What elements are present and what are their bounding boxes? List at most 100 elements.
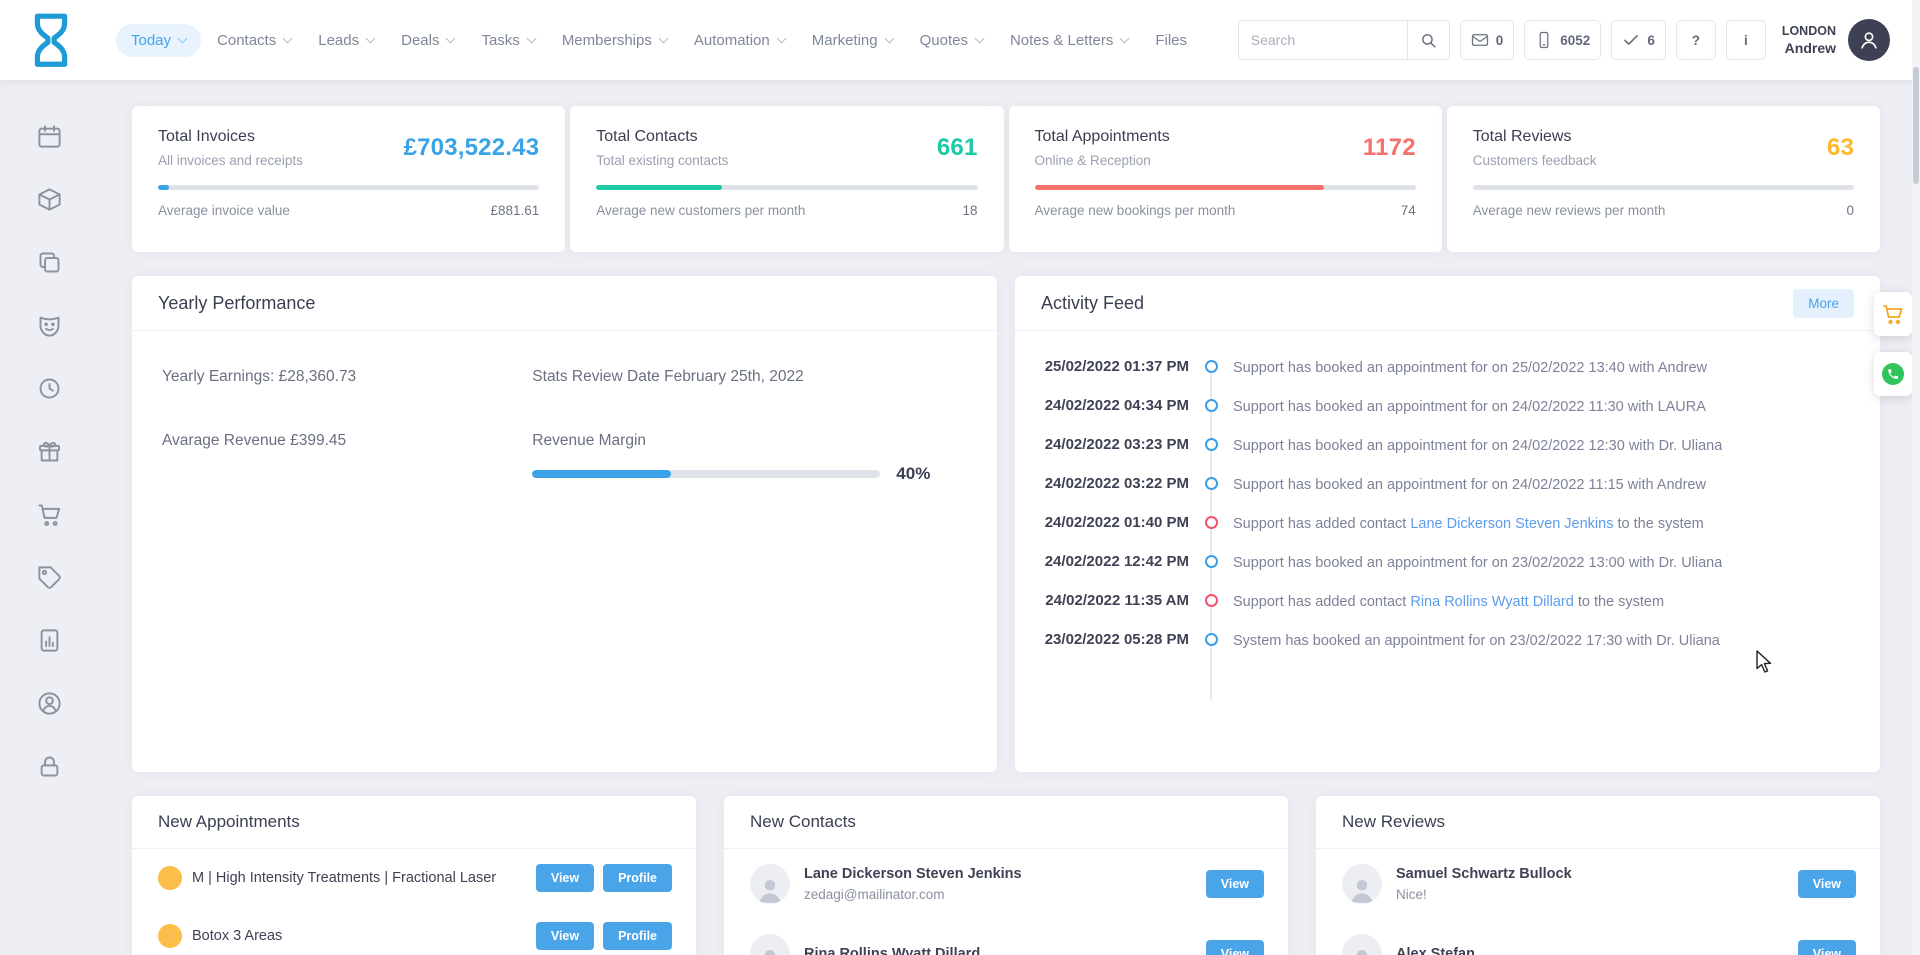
history-icon: [36, 375, 63, 407]
app-logo[interactable]: [28, 12, 74, 68]
timeline-dot: [1205, 360, 1218, 373]
stat-value: 1172: [1363, 134, 1416, 162]
timeline-dot: [1205, 555, 1218, 568]
panel-new-appointments: New AppointmentsM | High Intensity Treat…: [132, 796, 696, 955]
envelope-icon: [1471, 31, 1489, 49]
info-icon: i: [1744, 33, 1748, 48]
nav-item-automation[interactable]: Automation: [683, 24, 796, 57]
tasks-button[interactable]: 6: [1611, 20, 1666, 60]
view-button[interactable]: View: [1206, 940, 1264, 955]
stat-subtitle: Online & Reception: [1035, 153, 1170, 168]
average-revenue: Avarage Revenue £399.45: [162, 431, 532, 451]
stat-footer-value: 0: [1846, 203, 1854, 218]
stat-value: £703,522.43: [404, 134, 540, 162]
nav-item-memberships[interactable]: Memberships: [551, 24, 678, 57]
nav-item-label: Leads: [318, 32, 359, 49]
sidebar-account-icon[interactable]: [34, 691, 64, 721]
sidebar-mask-icon[interactable]: [34, 313, 64, 343]
view-button[interactable]: View: [536, 864, 594, 892]
list-item-title: Alex Stefan: [1396, 946, 1475, 955]
sidebar-copy-icon[interactable]: [34, 250, 64, 280]
nav-item-today[interactable]: Today: [116, 24, 201, 57]
help-button[interactable]: ?: [1676, 20, 1716, 60]
nav-item-leads[interactable]: Leads: [307, 24, 385, 57]
copy-icon: [36, 249, 63, 281]
sidebar-history-icon[interactable]: [34, 376, 64, 406]
sidebar-package-icon[interactable]: [34, 187, 64, 217]
stat-title: Total Invoices: [158, 128, 303, 146]
profile-button[interactable]: Profile: [603, 864, 672, 892]
mail-badge: 0: [1496, 33, 1504, 48]
avatar: [1342, 934, 1382, 955]
stats-review-date: Stats Review Date February 25th, 2022: [532, 367, 967, 387]
stat-title: Total Reviews: [1473, 128, 1597, 146]
list-item-title: Botox 3 Areas: [192, 928, 282, 944]
cart-float-button[interactable]: [1874, 292, 1912, 336]
activity-text: Support has booked an appointment for on…: [1233, 396, 1706, 417]
sidebar-calendar-icon[interactable]: [34, 124, 64, 154]
avatar: [1342, 864, 1382, 904]
call-float-button[interactable]: [1874, 352, 1912, 396]
activity-time: 23/02/2022 05:28 PM: [1039, 630, 1189, 650]
nav-item-quotes[interactable]: Quotes: [909, 24, 994, 57]
timeline-dot: [1205, 633, 1218, 646]
scrollbar-track[interactable]: [1912, 0, 1920, 955]
timeline-dot: [1205, 399, 1218, 412]
info-button[interactable]: i: [1726, 20, 1766, 60]
profile-button[interactable]: Profile: [603, 922, 672, 950]
tag-icon: [36, 564, 63, 596]
activity-text: System has booked an appointment for on …: [1233, 630, 1720, 651]
panel-title: New Reviews: [1342, 812, 1445, 832]
list-item: Samuel Schwartz BullockNice!View: [1316, 849, 1880, 919]
nav-item-files[interactable]: Files: [1144, 24, 1198, 57]
activity-text: Support has booked an appointment for on…: [1233, 357, 1707, 378]
mail-button[interactable]: 0: [1460, 20, 1515, 60]
top-navbar: TodayContacts Leads DealsTasksMembershipsA…: [0, 0, 1920, 80]
bottom-row: New AppointmentsM | High Intensity Treat…: [132, 796, 1880, 955]
scrollbar-thumb[interactable]: [1913, 67, 1919, 184]
more-button[interactable]: More: [1793, 289, 1854, 318]
tasks-badge: 6: [1647, 33, 1655, 48]
nav-item-deals[interactable]: Deals: [390, 24, 465, 57]
stat-footer-value: 74: [1401, 203, 1416, 218]
activity-text: Support has booked an appointment for on…: [1233, 435, 1722, 456]
search-button[interactable]: [1407, 21, 1449, 59]
sidebar-gift-icon[interactable]: [34, 439, 64, 469]
sidebar-report-icon[interactable]: [34, 628, 64, 658]
search-input[interactable]: [1239, 21, 1407, 59]
activity-item: 24/02/2022 12:42 PMSupport has booked an…: [1039, 552, 1854, 573]
cart-icon: [1881, 302, 1905, 326]
nav-item-notes-letters[interactable]: Notes & Letters: [999, 24, 1139, 57]
contact-link[interactable]: Lane Dickerson Steven Jenkins: [1410, 516, 1613, 532]
revenue-margin-bar: [532, 470, 880, 478]
list-item-title: Rina Rollins Wyatt Dillard: [804, 946, 980, 955]
timeline-dot: [1205, 477, 1218, 490]
nav-item-tasks[interactable]: Tasks: [470, 24, 545, 57]
nav-item-contacts[interactable]: Contacts: [206, 24, 302, 57]
chevron-down-icon: [526, 33, 536, 43]
main-content: Total InvoicesAll invoices and receipts£…: [98, 80, 1920, 955]
activity-time: 24/02/2022 12:42 PM: [1039, 552, 1189, 572]
yearly-performance-body: Yearly Earnings: £28,360.73 Stats Review…: [132, 331, 997, 520]
stat-title: Total Appointments: [1035, 128, 1170, 146]
nav-item-marketing[interactable]: Marketing: [801, 24, 904, 57]
sidebar-cart-icon[interactable]: [34, 502, 64, 532]
sidebar-tag-icon[interactable]: [34, 565, 64, 595]
view-button[interactable]: View: [536, 922, 594, 950]
package-icon: [36, 186, 63, 218]
yearly-performance-title: Yearly Performance: [158, 293, 315, 314]
view-button[interactable]: View: [1798, 940, 1856, 955]
stat-progress-fill: [1035, 185, 1325, 190]
contact-link[interactable]: Rina Rollins Wyatt Dillard: [1410, 594, 1573, 610]
user-avatar[interactable]: [1848, 19, 1890, 61]
nav-item-label: Files: [1155, 32, 1187, 49]
activity-time: 25/02/2022 01:37 PM: [1039, 357, 1189, 377]
view-button[interactable]: View: [1798, 870, 1856, 898]
view-button[interactable]: View: [1206, 870, 1264, 898]
activity-text: Support has added contact Lane Dickerson…: [1233, 513, 1704, 534]
phone-button[interactable]: 6052: [1524, 20, 1601, 60]
sidebar-lock-icon[interactable]: [34, 754, 64, 784]
chevron-down-icon: [1120, 33, 1130, 43]
stat-footer-label: Average new customers per month: [596, 203, 805, 218]
list-item-title: M | High Intensity Treatments | Fraction…: [192, 870, 496, 886]
